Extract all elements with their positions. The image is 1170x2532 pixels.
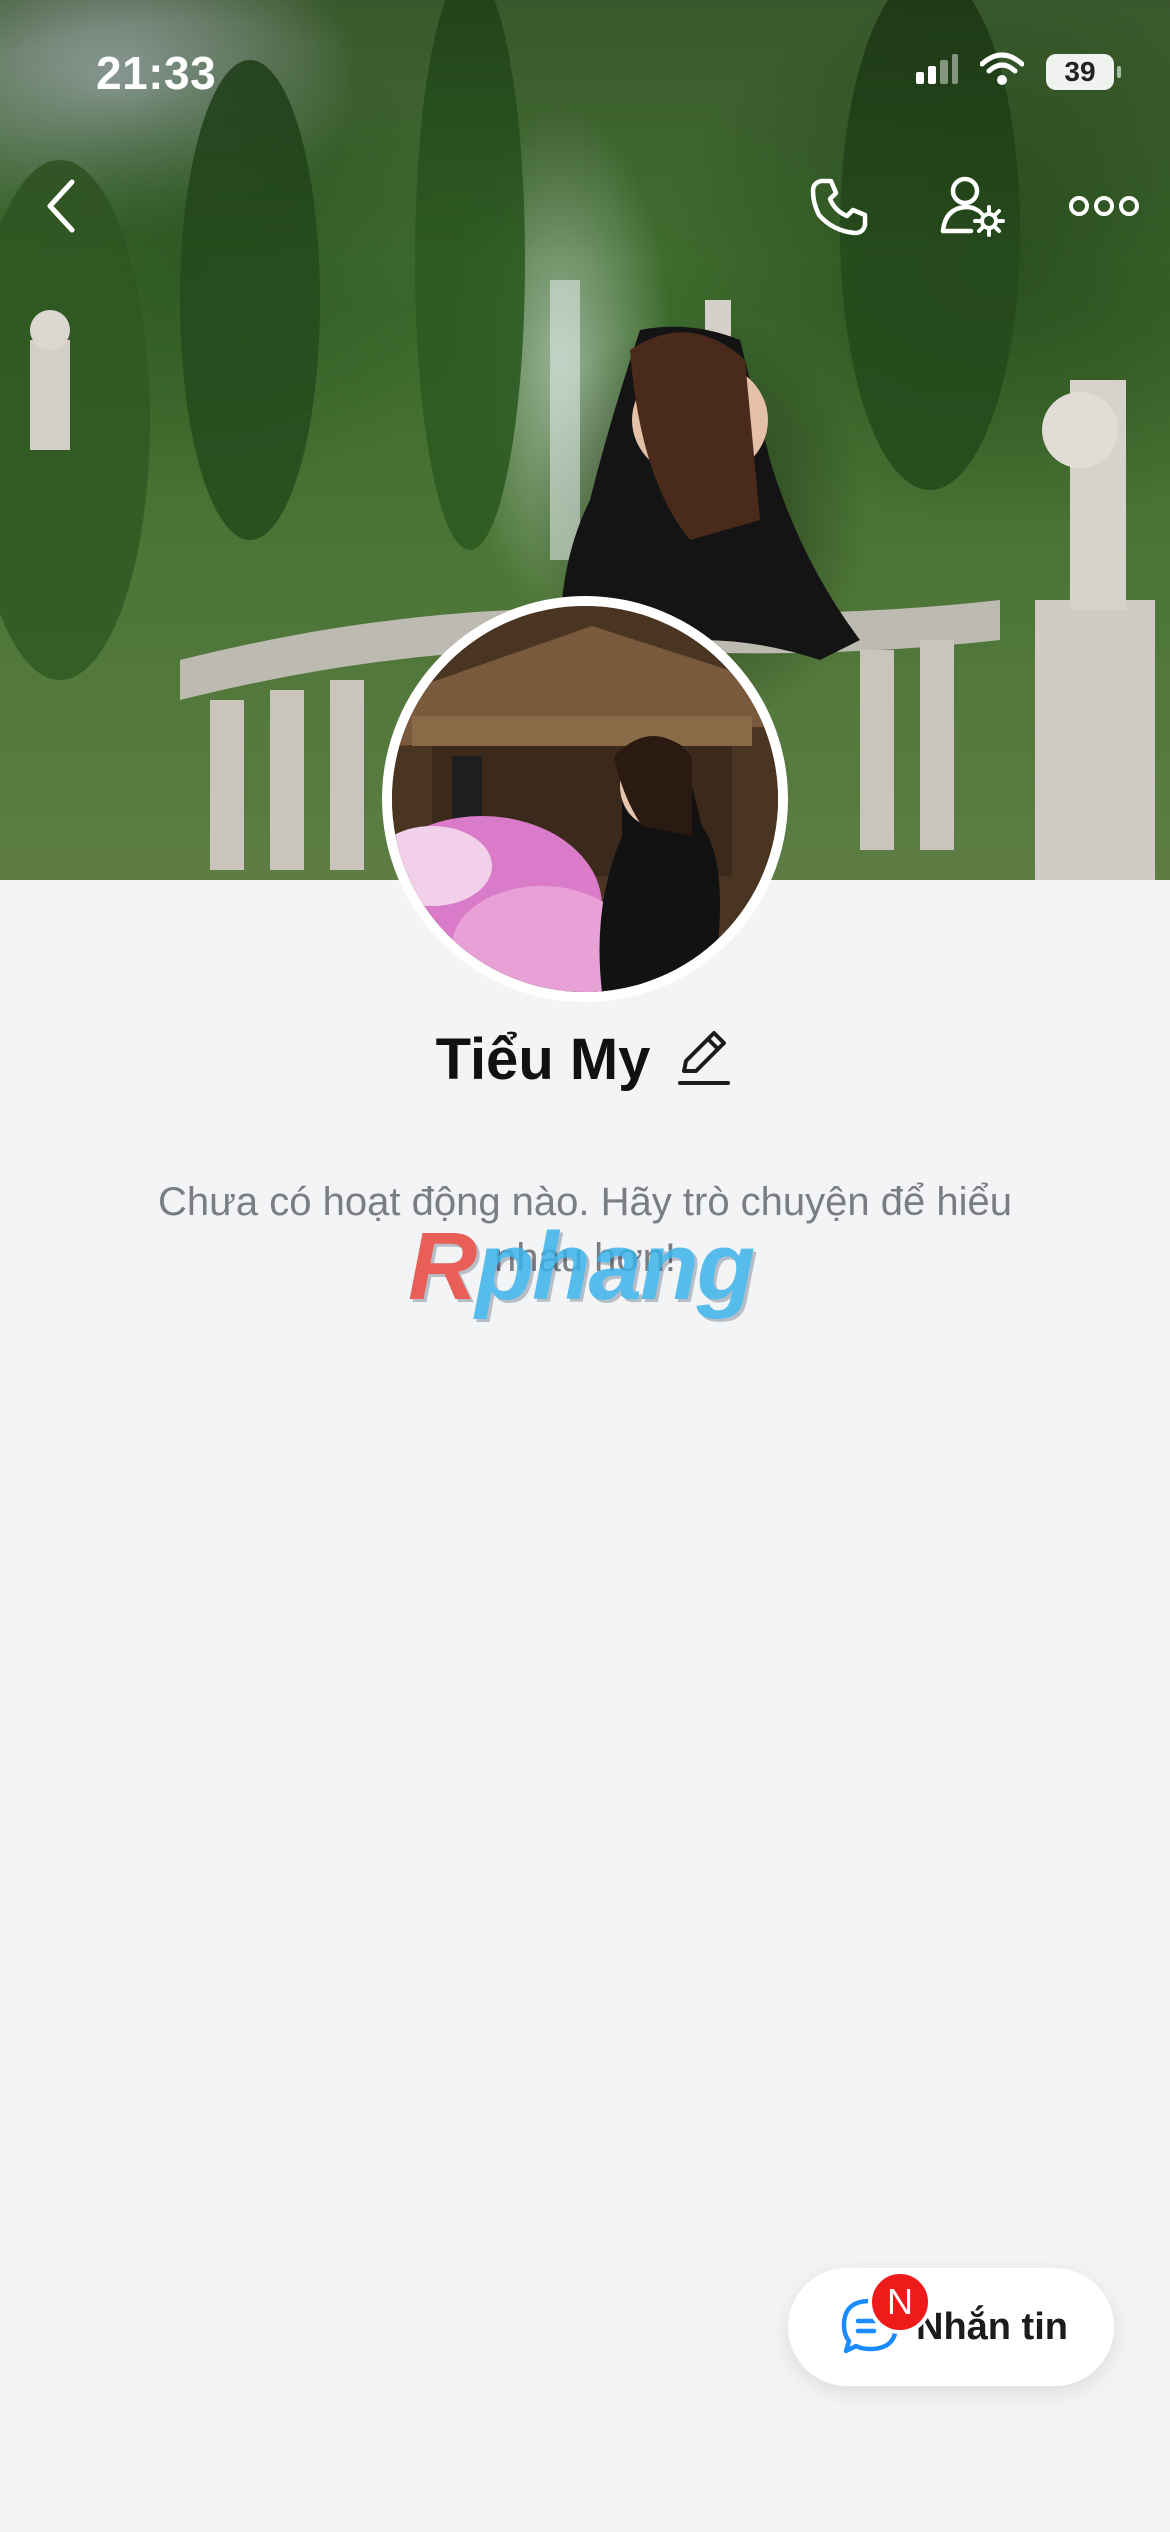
more-options-button[interactable]	[1066, 170, 1142, 246]
signal-bars-icon	[914, 54, 958, 89]
send-message-button[interactable]: Nhắn tin	[788, 2268, 1114, 2386]
status-indicators: 39	[914, 52, 1121, 91]
wifi-icon	[979, 52, 1025, 91]
edit-name-button[interactable]	[674, 1030, 734, 1090]
battery-indicator: 39	[1046, 53, 1121, 90]
user-settings-icon	[939, 173, 1005, 244]
send-message-label: Nhắn tin	[916, 2305, 1068, 2348]
chevron-left-icon	[42, 178, 82, 239]
new-badge: N	[868, 2270, 932, 2334]
profile-name-row: Tiểu My	[0, 1026, 1170, 1093]
watermark-logo: Rphang	[408, 1212, 755, 1322]
status-time: 21:33	[96, 47, 217, 99]
profile-name: Tiểu My	[435, 1027, 651, 1092]
more-dots-icon	[1069, 194, 1139, 223]
profile-screen: 21:33 39 Tiểu My Chưa có hoạt động nào. …	[0, 0, 1170, 2532]
phone-icon	[809, 175, 871, 242]
back-button[interactable]	[24, 170, 100, 246]
pencil-icon	[676, 1027, 732, 1092]
watermark-rest: phang	[475, 1213, 755, 1320]
watermark-first-letter: R	[408, 1213, 477, 1320]
profile-settings-button[interactable]	[934, 170, 1010, 246]
avatar-photo	[392, 606, 778, 992]
avatar[interactable]	[382, 596, 788, 1002]
call-button[interactable]	[802, 170, 878, 246]
